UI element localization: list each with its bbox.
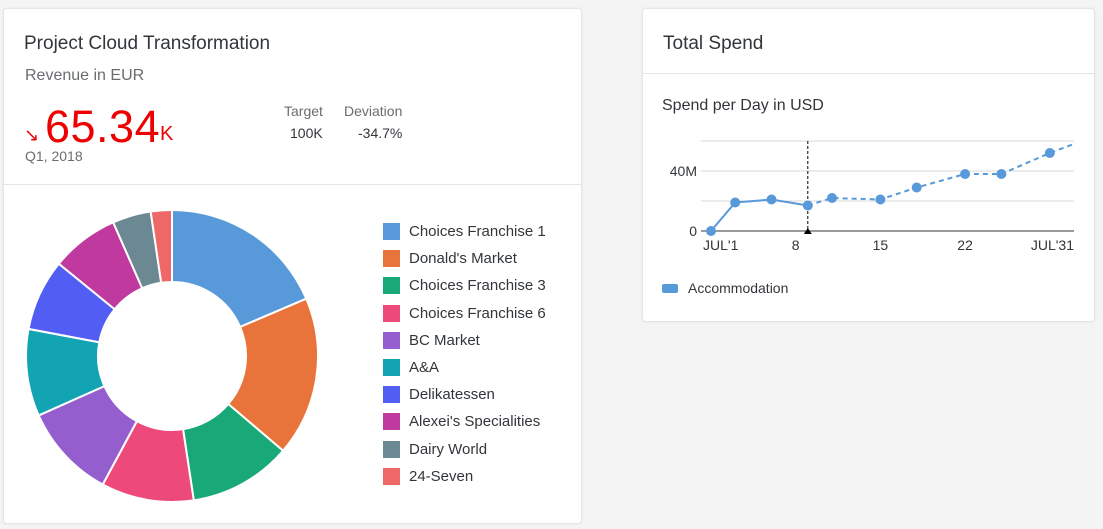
legend-item[interactable]: BC Market (383, 327, 546, 354)
legend-label: Choices Franchise 6 (409, 304, 546, 322)
legend-swatch (383, 413, 400, 431)
legend-swatch (383, 467, 400, 485)
line-legend[interactable]: Accommodation (662, 280, 788, 296)
legend-label: Donald's Market (409, 250, 517, 268)
legend-swatch (383, 223, 400, 241)
y-tick-label: 40M (670, 163, 697, 179)
x-tick-label: 22 (957, 237, 973, 253)
legend-item[interactable]: 24-Seven (383, 463, 546, 490)
data-point[interactable] (766, 194, 777, 205)
legend-swatch (383, 277, 400, 295)
target-value: 100K (290, 125, 323, 141)
x-tick-label: JUL'1 (703, 237, 739, 253)
data-point[interactable] (706, 226, 716, 236)
data-point[interactable] (911, 182, 922, 193)
legend-item[interactable]: Choices Franchise 1 (383, 218, 546, 245)
data-point[interactable] (802, 200, 813, 211)
legend-label: 24-Seven (409, 467, 474, 485)
legend-item[interactable]: Donald's Market (383, 245, 546, 272)
trend-down-icon: ↘ (24, 125, 40, 145)
deviation-value: -34.7% (358, 125, 403, 141)
legend-swatch (383, 250, 400, 268)
legend-label: Alexei's Specialities (409, 413, 541, 431)
legend-label: BC Market (409, 331, 480, 349)
legend-item[interactable]: Dairy World (383, 436, 546, 463)
deviation-label: Deviation (344, 103, 403, 119)
series-line-actual (710, 198, 808, 232)
donut-chart[interactable] (24, 208, 324, 508)
kpi-period: Q1, 2018 (25, 148, 83, 164)
data-point[interactable] (730, 197, 741, 208)
legend-swatch (383, 331, 400, 349)
x-tick-label: 8 (792, 237, 800, 253)
kpi-value: 65.34 (45, 101, 161, 152)
legend-item[interactable]: Choices Franchise 3 (383, 272, 546, 299)
card-header-divider (643, 73, 1094, 74)
x-tick-label: JUL'31 (1031, 237, 1074, 253)
legend-label: Choices Franchise 1 (409, 223, 546, 241)
revenue-card[interactable]: Project Cloud Transformation Revenue in … (3, 8, 582, 524)
legend-swatch (662, 283, 678, 293)
card-subtitle: Revenue in EUR (25, 67, 145, 84)
spend-card[interactable]: Total Spend Spend per Day in USD 0 40M JUL… (642, 8, 1095, 322)
legend-swatch (383, 386, 400, 404)
legend-item[interactable]: A&A (383, 354, 546, 381)
kpi-unit: K (160, 123, 174, 145)
data-point[interactable] (827, 193, 837, 203)
legend-item[interactable]: Delikatessen (383, 381, 546, 408)
data-point[interactable] (875, 194, 886, 205)
legend-label: Dairy World (409, 440, 488, 458)
data-point[interactable] (996, 169, 1007, 179)
series-line-forecast (807, 143, 1075, 207)
legend-swatch (383, 304, 400, 322)
legend-swatch (383, 359, 400, 377)
line-chart[interactable]: 0 40M JUL'1 8 15 22 JUL'31 (643, 129, 1094, 259)
donut-legend: Choices Franchise 1 Donald's Market Choice… (383, 218, 546, 490)
legend-label: Accommodation (688, 280, 789, 296)
y-tick-label: 0 (689, 223, 697, 239)
data-point[interactable] (1044, 148, 1055, 158)
legend-swatch (383, 440, 400, 458)
card-header-divider (4, 184, 581, 185)
card-title: Total Spend (663, 33, 764, 54)
legend-label: Delikatessen (409, 386, 495, 404)
legend-label: A&A (409, 359, 440, 377)
data-point[interactable] (960, 169, 971, 179)
target-label: Target (284, 103, 323, 119)
legend-item[interactable]: Alexei's Specialities (383, 408, 546, 435)
legend-item[interactable]: Choices Franchise 6 (383, 300, 546, 327)
card-title: Project Cloud Transformation (24, 33, 271, 54)
legend-label: Choices Franchise 3 (409, 277, 546, 295)
chart-subtitle: Spend per Day in USD (662, 97, 824, 114)
x-tick-label: 15 (873, 237, 889, 253)
